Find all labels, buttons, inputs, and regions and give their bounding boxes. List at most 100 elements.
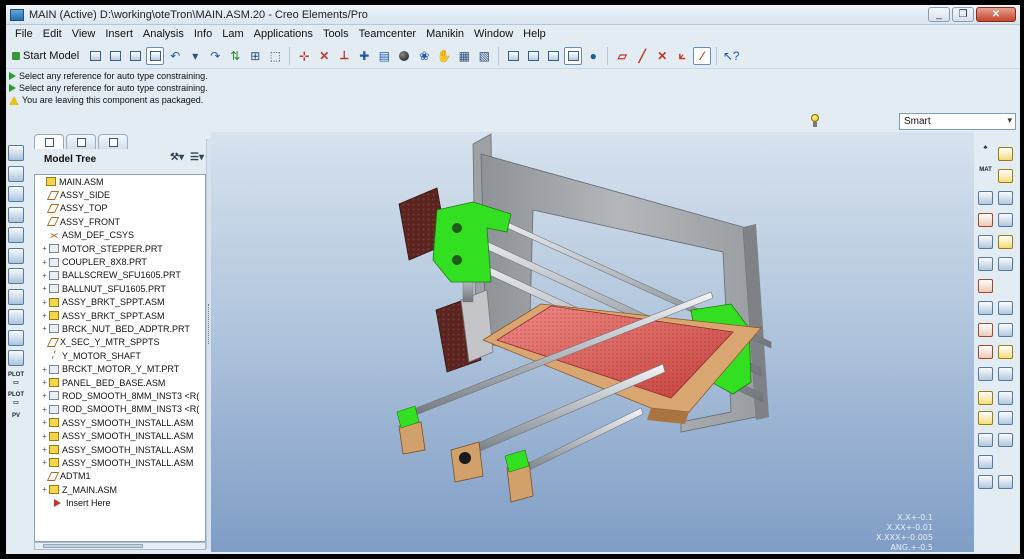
lower-rod-back[interactable]: [510, 407, 644, 479]
csys-tool-icon[interactable]: [978, 345, 993, 359]
tree-row[interactable]: + PANEL_BED_BASE.ASM: [35, 376, 205, 389]
pattern-icon[interactable]: [978, 257, 993, 271]
tree-row[interactable]: + BRCK_NUT_BED_ADPTR.PRT: [35, 322, 205, 335]
tree-row[interactable]: ASM_DEF_CSYS: [35, 229, 205, 242]
fixture-icon[interactable]: ♣: [978, 145, 993, 159]
tree-row[interactable]: ASSY_TOP: [35, 202, 205, 215]
extrude-icon[interactable]: [998, 235, 1013, 249]
save-icon[interactable]: [8, 350, 24, 366]
sketch-icon[interactable]: [998, 213, 1013, 227]
menu-applications[interactable]: Applications: [249, 28, 318, 40]
spline-icon[interactable]: [978, 323, 993, 337]
copy-icon[interactable]: [8, 165, 24, 182]
ref-dim-icon[interactable]: [978, 455, 993, 469]
find-icon[interactable]: ⊞: [246, 47, 264, 65]
tree-row[interactable]: + ASSY_SMOOTH_INSTALL.ASM: [35, 456, 205, 469]
datum-point-tool-icon[interactable]: [978, 213, 993, 227]
tree-show-icon[interactable]: ☰▾: [190, 152, 204, 163]
material-icon[interactable]: MAT: [978, 167, 993, 181]
annotation-icon[interactable]: ▤: [375, 47, 393, 65]
undo-icon[interactable]: ↶: [166, 47, 184, 65]
datum-plane-icon[interactable]: [998, 191, 1013, 205]
menu-analysis[interactable]: Analysis: [138, 28, 189, 40]
tree-row[interactable]: ASSY_SIDE: [35, 188, 205, 201]
maximize-button[interactable]: ❐: [952, 7, 974, 22]
tree-row[interactable]: + ROD_SMOOTH_8MM_INST3 <R(: [35, 389, 205, 402]
check-icon[interactable]: [8, 247, 24, 264]
close-button[interactable]: ✕: [976, 7, 1016, 22]
tree-row[interactable]: + Z_MAIN.ASM: [35, 483, 205, 496]
print-icon[interactable]: [8, 309, 24, 325]
menu-teamcenter[interactable]: Teamcenter: [354, 28, 421, 40]
plot-preview-icon[interactable]: PLOT ▭: [8, 391, 24, 407]
cosmetic-icon[interactable]: [978, 475, 993, 489]
orient-icon[interactable]: [106, 47, 124, 65]
redo-icon[interactable]: ↷: [206, 47, 224, 65]
saved-views-icon[interactable]: ▧: [475, 47, 493, 65]
regenerate-icon[interactable]: ⇅: [226, 47, 244, 65]
layers-icon[interactable]: [126, 47, 144, 65]
start-model-button[interactable]: Start Model: [12, 50, 79, 62]
mirror-icon[interactable]: [998, 257, 1013, 271]
tree-row[interactable]: MAIN.ASM: [35, 175, 205, 188]
annotation-display-icon[interactable]: ⁄: [693, 46, 712, 65]
tree-row[interactable]: + ASSY_BRKT_SPPT.ASM: [35, 309, 205, 322]
model-player-icon[interactable]: [8, 288, 24, 305]
sphere-icon[interactable]: [395, 47, 413, 65]
menu-help[interactable]: Help: [518, 28, 551, 40]
csys-icon[interactable]: ⟂: [335, 47, 353, 65]
expand-icon[interactable]: +: [40, 244, 49, 253]
cut-icon[interactable]: [978, 367, 993, 381]
menu-lam[interactable]: Lam: [217, 28, 248, 40]
productview-icon[interactable]: PV: [8, 412, 24, 428]
expand-icon[interactable]: +: [40, 365, 49, 374]
tree-row[interactable]: ASSY_FRONT: [35, 215, 205, 228]
menu-window[interactable]: Window: [469, 28, 518, 40]
shading-icon[interactable]: [504, 47, 522, 65]
tree-row[interactable]: + ASSY_SMOOTH_INSTALL.ASM: [35, 416, 205, 429]
tree-row[interactable]: ADTM1: [35, 470, 205, 483]
shaded-icon[interactable]: [564, 46, 583, 65]
menu-view[interactable]: View: [67, 28, 101, 40]
hand-pan-icon[interactable]: ✋: [435, 47, 453, 65]
analysis-tool-icon[interactable]: [998, 345, 1013, 359]
expand-icon[interactable]: +: [40, 432, 49, 441]
tree-horizontal-scrollbar[interactable]: [34, 542, 206, 550]
tree-row[interactable]: Insert Here: [35, 496, 205, 509]
splitter-grip[interactable]: [208, 304, 210, 344]
selection-filter-select[interactable]: Smart ▾: [899, 113, 1016, 130]
expand-icon[interactable]: +: [40, 391, 49, 400]
symbol-icon[interactable]: [978, 411, 993, 425]
tree-row[interactable]: + ASSY_SMOOTH_INSTALL.ASM: [35, 443, 205, 456]
annotate-icon[interactable]: [978, 391, 993, 405]
datum-axis-icon[interactable]: ⊹: [295, 47, 313, 65]
tree-settings-icon[interactable]: ⚒▾: [170, 152, 184, 163]
menu-tools[interactable]: Tools: [318, 28, 354, 40]
expand-icon[interactable]: +: [40, 284, 49, 293]
paste-icon[interactable]: [8, 186, 24, 202]
point-display-icon[interactable]: ✕: [653, 47, 671, 65]
tree-row[interactable]: + COUPLER_8X8.PRT: [35, 255, 205, 268]
menu-manikin[interactable]: Manikin: [421, 28, 469, 40]
menu-edit[interactable]: Edit: [38, 28, 67, 40]
menu-file[interactable]: File: [10, 28, 38, 40]
relations-icon[interactable]: [8, 227, 24, 243]
repaint-icon[interactable]: [86, 47, 104, 65]
surface-finish-icon[interactable]: [978, 433, 993, 447]
dimension-icon[interactable]: [998, 391, 1013, 405]
tree-row[interactable]: + BALLSCREW_SFU1605.PRT: [35, 269, 205, 282]
plane-display-icon[interactable]: ▱: [613, 47, 631, 65]
note-icon[interactable]: [998, 367, 1013, 381]
tree-row[interactable]: + ASSY_BRKT_SPPT.ASM: [35, 296, 205, 309]
expand-icon[interactable]: +: [40, 445, 49, 454]
assemble-icon[interactable]: [998, 147, 1013, 161]
plot-icon[interactable]: PLOT ▭: [8, 371, 24, 387]
delete-icon[interactable]: [8, 268, 24, 284]
view-manager-icon[interactable]: ▦: [455, 47, 473, 65]
expand-icon[interactable]: +: [40, 298, 49, 307]
tab-folder-browser[interactable]: [66, 134, 96, 149]
expand-icon[interactable]: +: [40, 405, 49, 414]
context-help-icon[interactable]: ↖?: [722, 47, 740, 65]
menu-insert[interactable]: Insert: [100, 28, 138, 40]
tree-row[interactable]: Y_MOTOR_SHAFT: [35, 349, 205, 362]
